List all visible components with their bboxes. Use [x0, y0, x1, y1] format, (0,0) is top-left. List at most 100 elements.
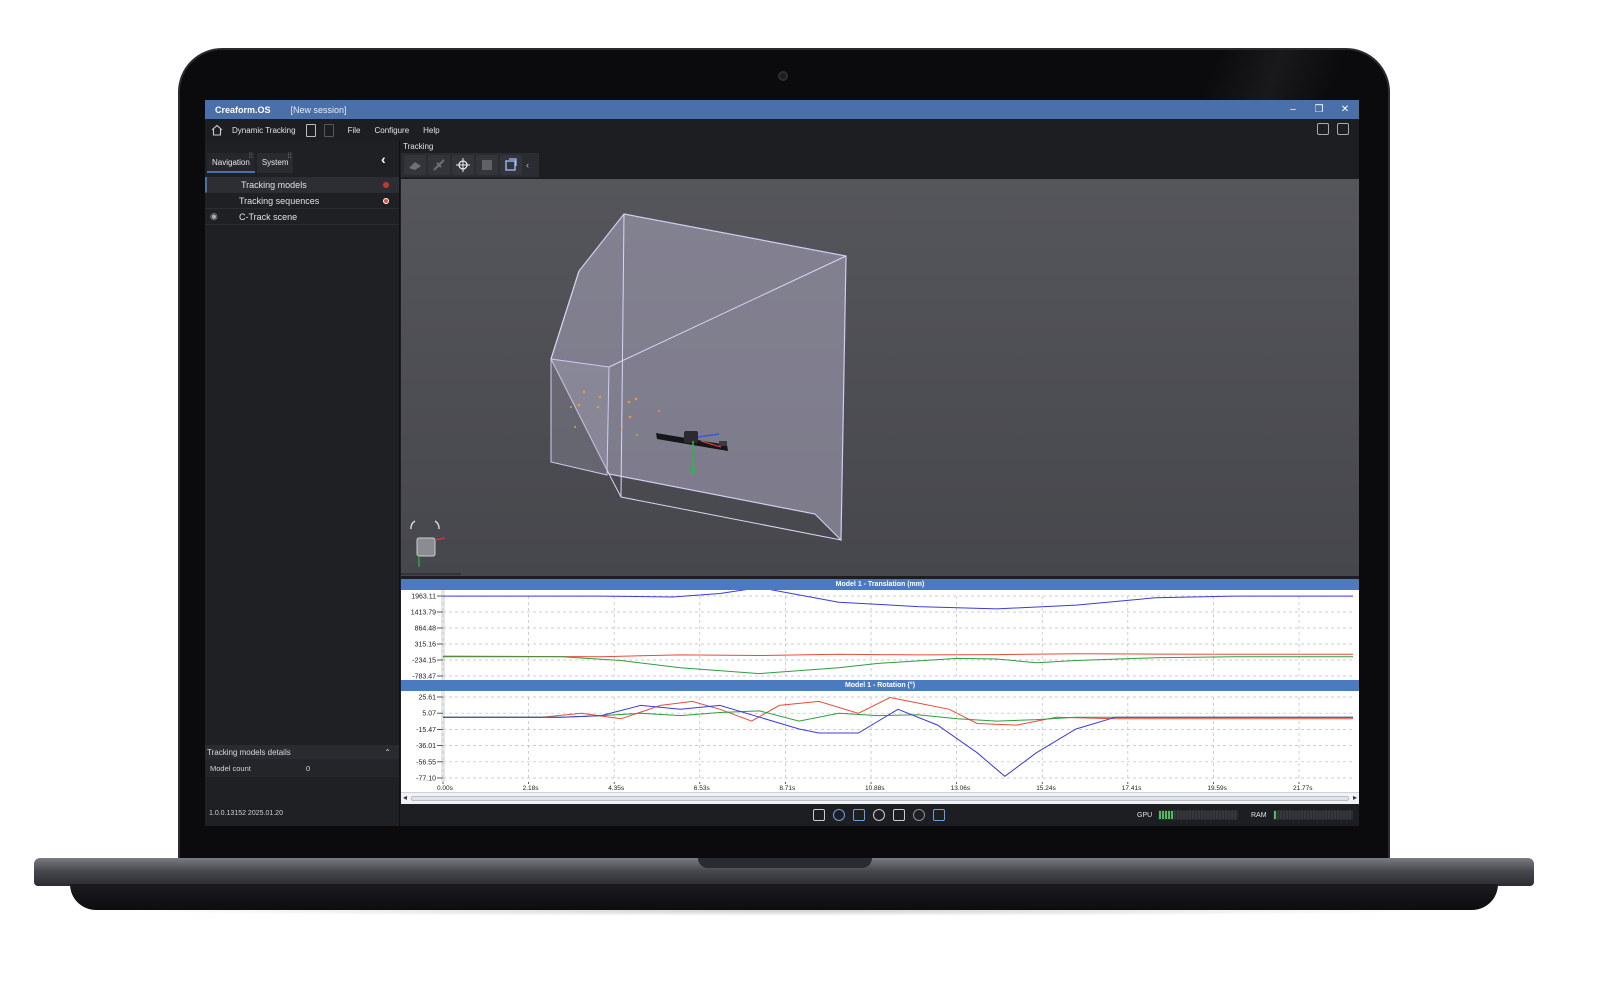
meter-segment	[1306, 811, 1309, 819]
details-panel: Tracking models details ⌃ Model count 0	[205, 745, 399, 777]
x-tick-label: 13.06s	[951, 785, 971, 792]
model-tool-button[interactable]	[476, 155, 498, 175]
menu-configure[interactable]: Configure	[374, 126, 409, 135]
scan-icon[interactable]	[813, 809, 825, 821]
x-tick-label: 4.35s	[608, 785, 625, 792]
meter-segment	[1336, 811, 1339, 819]
meter-segment	[1180, 811, 1183, 819]
hand-icon[interactable]	[833, 809, 845, 821]
meter-segment	[1348, 811, 1351, 819]
restore-button[interactable]: ❐	[1313, 104, 1325, 115]
y-tick-label: -36.01	[416, 743, 436, 750]
surface-tool-button[interactable]	[404, 155, 426, 175]
details-row: Model count 0	[205, 759, 399, 777]
meter-segment	[1189, 811, 1192, 819]
title-bar: Creaform.OS [New session] – ❐ ✕	[205, 100, 1359, 119]
menu-file[interactable]: File	[348, 126, 361, 135]
meter-segment	[1318, 811, 1321, 819]
rotation-plot[interactable]: 25.615.07-15.47-36.01-56.55-77.10	[401, 691, 1359, 782]
save-document-icon[interactable]	[323, 123, 334, 137]
meter-segment	[1234, 811, 1237, 819]
meter-segment	[1174, 811, 1177, 819]
close-button[interactable]: ✕	[1339, 104, 1351, 115]
meter-segment	[1333, 811, 1336, 819]
meter-segment	[1207, 811, 1210, 819]
meter-segment	[1315, 811, 1318, 819]
target-crosshair-icon	[456, 158, 470, 172]
home-icon[interactable]	[210, 123, 224, 137]
meter-segment	[1339, 811, 1342, 819]
minimize-button[interactable]: –	[1287, 104, 1299, 115]
session-name: [New session]	[290, 104, 347, 115]
probe-tool-button[interactable]	[428, 155, 450, 175]
probe-icon	[433, 159, 445, 171]
meter-segment	[1285, 811, 1288, 819]
scene-canvas	[401, 213, 847, 575]
new-document-icon[interactable]	[305, 123, 316, 137]
laptop-shadow	[120, 906, 1450, 916]
toolbar-collapse-icon[interactable]: ‹	[526, 160, 529, 170]
3d-viewport[interactable]	[401, 179, 1359, 576]
meter-segment	[1276, 811, 1279, 819]
details-header[interactable]: Tracking models details ⌃	[205, 745, 399, 759]
meter-segment	[1300, 811, 1303, 819]
laptop-notch	[698, 858, 872, 868]
surface-icon	[409, 162, 421, 170]
rotation-chart: Model 1 - Rotation (°) 25.61 5.07 -15.47 -3…	[401, 680, 1359, 782]
meter-segment	[1183, 811, 1186, 819]
status-icons	[813, 809, 945, 821]
scroll-right-icon[interactable]: ▸	[1353, 793, 1357, 802]
x-tick-label: 15.24s	[1036, 785, 1056, 792]
tracking-toolbar: ‹	[401, 153, 539, 177]
meter-segment	[1222, 811, 1225, 819]
eye-icon[interactable]: ◉	[210, 211, 218, 222]
tree-item-c-track-scene[interactable]: ◉ C-Track scene	[205, 209, 399, 225]
sequence-icon	[505, 158, 517, 171]
details-value: 0	[306, 763, 311, 773]
chevron-up-icon[interactable]: ⌃	[384, 748, 391, 757]
y-tick-label: -56.55	[416, 759, 436, 766]
meter-segment	[1291, 811, 1294, 819]
tree-item-tracking-sequences[interactable]: Tracking sequences	[205, 193, 399, 209]
language-icon[interactable]	[1317, 123, 1329, 135]
cube-icon[interactable]	[913, 809, 925, 821]
y-tick-label: -234.15	[412, 658, 436, 665]
meter-segment	[1165, 811, 1168, 819]
meter-segment	[1279, 811, 1282, 819]
scroll-left-icon[interactable]: ◂	[403, 793, 407, 802]
network-icon[interactable]	[853, 809, 865, 821]
ram-bar	[1272, 810, 1353, 820]
layers-icon[interactable]	[933, 809, 945, 821]
meter-segment	[1321, 811, 1324, 819]
tab-navigation-label: Navigation	[212, 158, 250, 167]
plot-background	[401, 691, 1359, 782]
pin-icon[interactable]: ⁞⁞	[249, 147, 253, 167]
meter-segment	[1210, 811, 1213, 819]
antenna-icon[interactable]	[873, 809, 885, 821]
pin-icon[interactable]: ⁞⁞	[288, 147, 292, 167]
meter-segment	[1327, 811, 1330, 819]
tree-item-label: Tracking sequences	[239, 195, 320, 206]
scroll-thumb[interactable]	[411, 796, 1349, 801]
collapse-panel-icon[interactable]: ‹	[381, 151, 386, 167]
tab-navigation[interactable]: Navigation ⁞⁞	[207, 153, 255, 173]
meter-segment	[1213, 811, 1216, 819]
tab-system[interactable]: System ⁞⁞	[256, 153, 294, 173]
translation-plot[interactable]: 1963.111413.79864.48315.16-234.15-783.47	[401, 590, 1359, 680]
x-tick-label: 21.77s	[1293, 785, 1313, 792]
mode-label[interactable]: Dynamic Tracking	[232, 126, 296, 135]
meter-segment	[1168, 811, 1171, 819]
meter-segment	[1288, 811, 1291, 819]
sequence-tool-button[interactable]	[500, 155, 522, 175]
meter-segment	[1342, 811, 1345, 819]
timeline-scrollbar[interactable]: ◂ ▸	[401, 792, 1359, 804]
x-tick-label: 10.88s	[865, 785, 885, 792]
feedback-icon[interactable]	[1337, 123, 1349, 135]
orientation-gizmo[interactable]	[401, 520, 461, 575]
meter-segment	[1198, 811, 1201, 819]
menu-help[interactable]: Help	[423, 126, 439, 135]
target-tool-button[interactable]	[452, 155, 474, 175]
warning-icon[interactable]	[893, 809, 905, 821]
tree-item-tracking-models[interactable]: Tracking models	[205, 177, 399, 193]
panel-tabs: Navigation ⁞⁞ System ⁞⁞	[207, 153, 295, 173]
